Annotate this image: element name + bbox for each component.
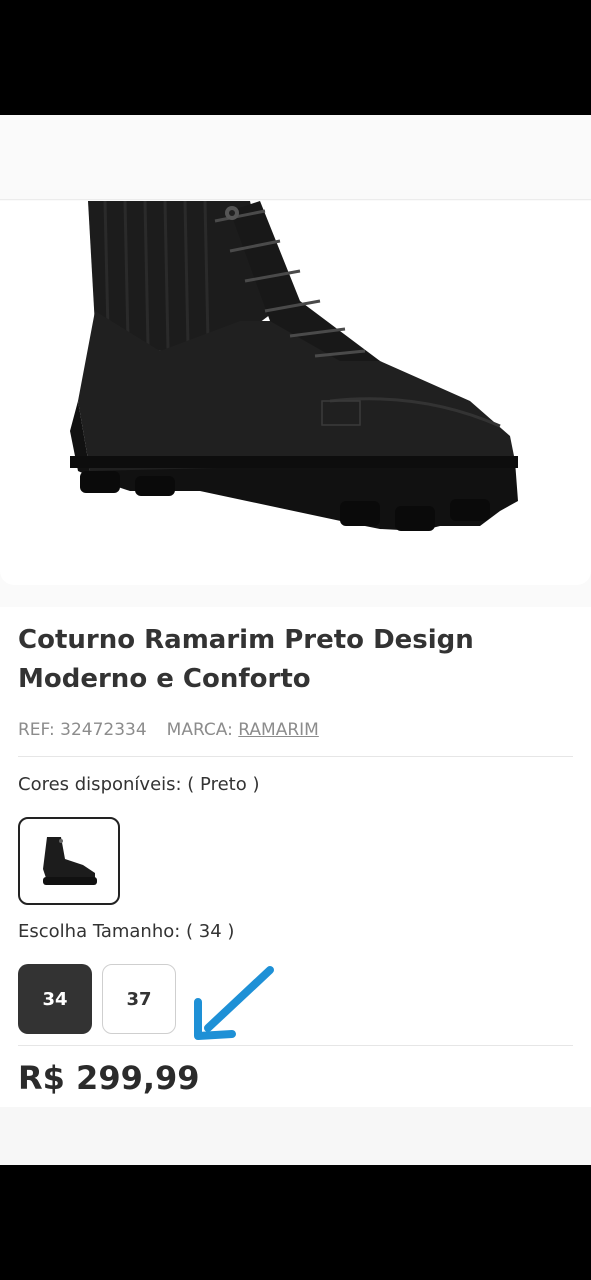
- product-info-card: Coturno Ramarim Preto Design Moderno e C…: [0, 607, 591, 1107]
- size-option-34[interactable]: 34: [18, 964, 92, 1034]
- size-option-37[interactable]: 37: [102, 964, 176, 1034]
- boot-illustration: [70, 201, 518, 531]
- navigation-bar-area: [0, 1165, 591, 1280]
- product-page: Coturno Ramarim Preto Design Moderno e C…: [0, 115, 591, 1165]
- arrow-down-left-icon: [194, 966, 274, 1040]
- header-strip: [0, 115, 591, 200]
- ref-label: REF: 32472334: [18, 720, 147, 740]
- brand-prefix: MARCA:: [166, 720, 233, 740]
- product-meta: REF: 32472334 MARCA: RAMARIM: [18, 720, 319, 740]
- status-bar-area: [0, 0, 591, 115]
- product-main-image[interactable]: [0, 201, 591, 585]
- size-label: Escolha Tamanho: ( 34 ): [18, 921, 235, 942]
- product-price: R$ 299,99: [18, 1059, 200, 1097]
- boot-thumbnail-icon: [43, 837, 97, 885]
- brand-link[interactable]: RAMARIM: [238, 720, 319, 740]
- product-title: Coturno Ramarim Preto Design Moderno e C…: [18, 625, 474, 694]
- color-swatch-preto[interactable]: [18, 817, 120, 905]
- page-footer-area: [0, 1107, 591, 1165]
- divider: [18, 756, 573, 757]
- divider: [18, 1045, 573, 1046]
- colors-label: Cores disponíveis: ( Preto ): [18, 774, 260, 795]
